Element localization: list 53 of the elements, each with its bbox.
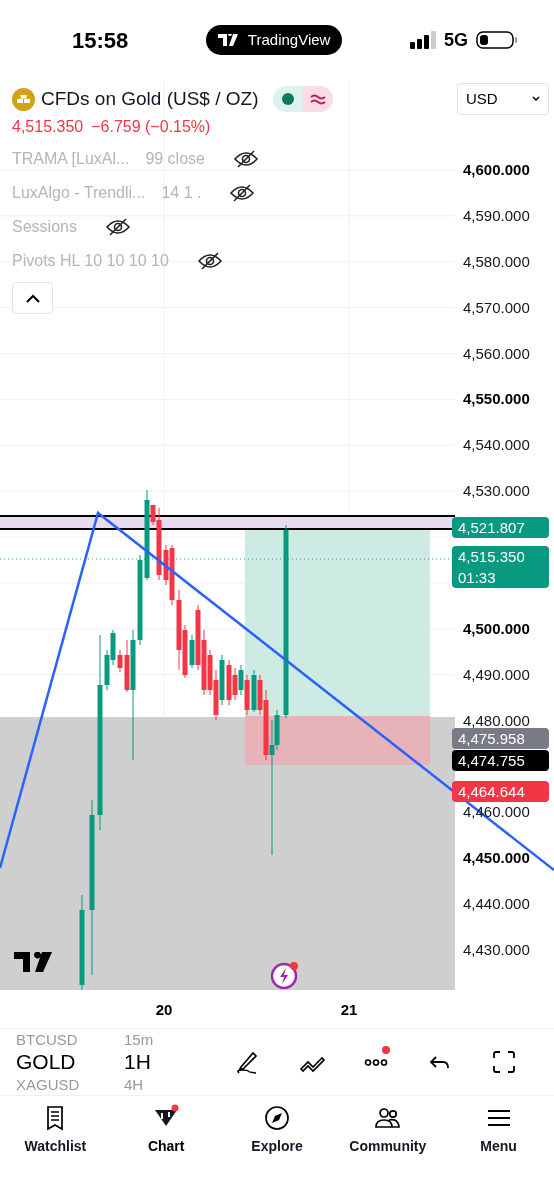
network-label: 5G — [444, 28, 468, 52]
time-label: 20 — [155, 1000, 173, 1020]
price-label: 4,440.000 — [463, 894, 530, 915]
battery-icon — [476, 30, 518, 50]
time-label: 21 — [340, 1000, 358, 1020]
last-price: 4,515.350 — [12, 117, 84, 137]
market-status-badge[interactable] — [272, 86, 333, 112]
price-tag: 4,464.644 — [452, 781, 549, 802]
chevron-up-icon — [25, 293, 40, 303]
interval-option[interactable]: 1H — [124, 1047, 204, 1077]
symbol-option[interactable]: GOLD — [16, 1047, 124, 1077]
price-label: 4,570.000 — [463, 297, 530, 318]
price-label: 4,480.000 — [463, 710, 530, 731]
price-label: 4,530.000 — [463, 481, 530, 502]
indicator-params: 14 1 . — [161, 183, 202, 203]
price-label: 4,550.000 — [463, 389, 530, 410]
price-label: 4,490.000 — [463, 664, 530, 685]
price-label: 4,450.000 — [463, 848, 530, 869]
symbol-title: CFDs on Gold (US$ / OZ) — [41, 86, 259, 111]
price-tag: 4,521.807 — [452, 517, 549, 538]
price-label: 4,600.000 — [463, 160, 530, 180]
currency-select[interactable]: USD — [457, 83, 549, 115]
nav-tab[interactable]: Explore — [221, 1104, 333, 1166]
nav-tab[interactable]: Menu — [443, 1104, 554, 1166]
collapse-button[interactable] — [12, 282, 53, 314]
eye-slash-icon[interactable] — [104, 217, 131, 237]
signal-icon — [410, 31, 436, 49]
eye-slash-icon[interactable] — [229, 183, 256, 203]
nav-tab[interactable]: Watchlist — [0, 1104, 111, 1166]
indicator-params: 99 close — [145, 149, 205, 169]
fullscreen-icon — [491, 1049, 517, 1075]
clock-time: 15:58 — [72, 26, 129, 55]
compass-icon — [263, 1104, 291, 1132]
price-tag: 4,475.958 — [452, 728, 549, 749]
nav-tab[interactable]: Community — [332, 1104, 444, 1166]
more-icon — [364, 1058, 388, 1066]
price-label: 4,580.000 — [463, 251, 530, 272]
app-pill: TradingView — [205, 25, 343, 55]
lightning-button[interactable] — [270, 960, 300, 990]
price-change: −6.759 (−0.15%) — [91, 117, 211, 137]
ingot-icon — [12, 87, 35, 111]
eye-slash-icon[interactable] — [196, 251, 223, 271]
chevron-down-icon — [532, 96, 540, 102]
price-label: 4,540.000 — [463, 435, 530, 456]
nav-tab[interactable]: Chart — [110, 1104, 222, 1166]
price-label: 4,500.000 — [463, 618, 530, 639]
fullscreen-button[interactable] — [490, 1048, 518, 1076]
price-tag: 4,515.350 01:33 — [452, 546, 549, 588]
price-label: 4,590.000 — [463, 205, 530, 226]
price-label: 4,560.000 — [463, 343, 530, 364]
price-label: 4,430.000 — [463, 939, 530, 960]
price-tag: 4,474.755 — [452, 750, 549, 771]
eye-slash-icon[interactable] — [232, 149, 259, 169]
